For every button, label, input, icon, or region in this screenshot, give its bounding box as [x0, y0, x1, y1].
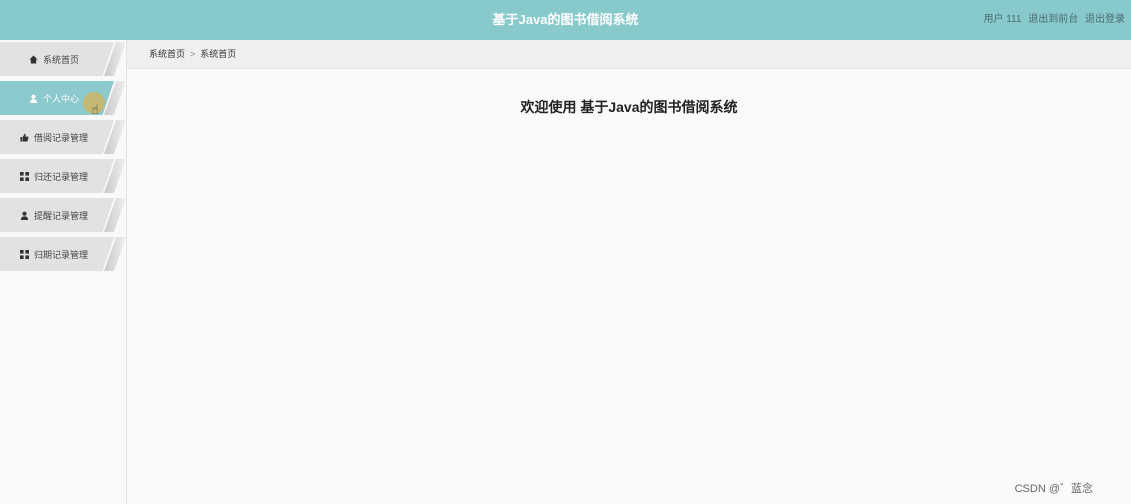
breadcrumb-separator: >	[190, 49, 196, 59]
sidebar-item-profile[interactable]: 个人中心	[0, 81, 126, 115]
sidebar-item-return-records[interactable]: 归还记录管理	[0, 159, 126, 193]
logout-link[interactable]: 退出登录	[1085, 14, 1125, 25]
sidebar-item-borrow-records[interactable]: 借阅记录管理	[0, 120, 126, 154]
app-title: 基于Java的图书借阅系统	[492, 12, 639, 27]
sidebar-item-reminder-records[interactable]: 提醒记录管理	[0, 198, 126, 232]
watermark: CSDN @゛蓝念	[1014, 483, 1093, 495]
sidebar-item-label: 提醒记录管理	[33, 210, 88, 221]
top-header-bar: 基于Java的图书借阅系统 用户 111 退出到前台 退出登录	[0, 0, 1131, 40]
breadcrumb: 系统首页 > 系统首页	[149, 40, 236, 68]
home-icon	[29, 54, 38, 64]
current-user: 用户 111	[983, 14, 1022, 25]
back-to-front-link[interactable]: 退出到前台	[1028, 14, 1078, 25]
breadcrumb-current: 系统首页	[200, 49, 237, 59]
main-content: 欢迎使用 基于Java的图书借阅系统	[127, 69, 1131, 504]
sidebar-item-label: 归还记录管理	[33, 171, 88, 182]
user-icon	[29, 94, 38, 103]
user-icon	[20, 211, 29, 220]
breadcrumb-bar: 系统首页 > 系统首页	[127, 40, 1131, 69]
thumbs-up-icon	[20, 132, 29, 142]
sidebar-item-label: 个人中心	[42, 93, 79, 104]
sidebar-item-label: 系统首页	[42, 54, 79, 65]
grid-icon	[19, 171, 29, 181]
header-user-area: 用户 111 退出到前台 退出登录	[979, 0, 1125, 40]
sidebar-item-label: 借阅记录管理	[33, 132, 88, 143]
sidebar-item-home[interactable]: 系统首页	[0, 42, 126, 76]
grid-icon	[19, 249, 29, 259]
breadcrumb-root-link[interactable]: 系统首页	[149, 49, 185, 59]
sidebar: 系统首页 个人中心 借阅记录管理 归还记录管理 提醒记录管理 归期记录管理	[0, 40, 127, 504]
welcome-heading: 欢迎使用 基于Java的图书借阅系统	[520, 99, 738, 115]
sidebar-item-due-records[interactable]: 归期记录管理	[0, 237, 126, 271]
sidebar-item-label: 归期记录管理	[33, 249, 88, 260]
